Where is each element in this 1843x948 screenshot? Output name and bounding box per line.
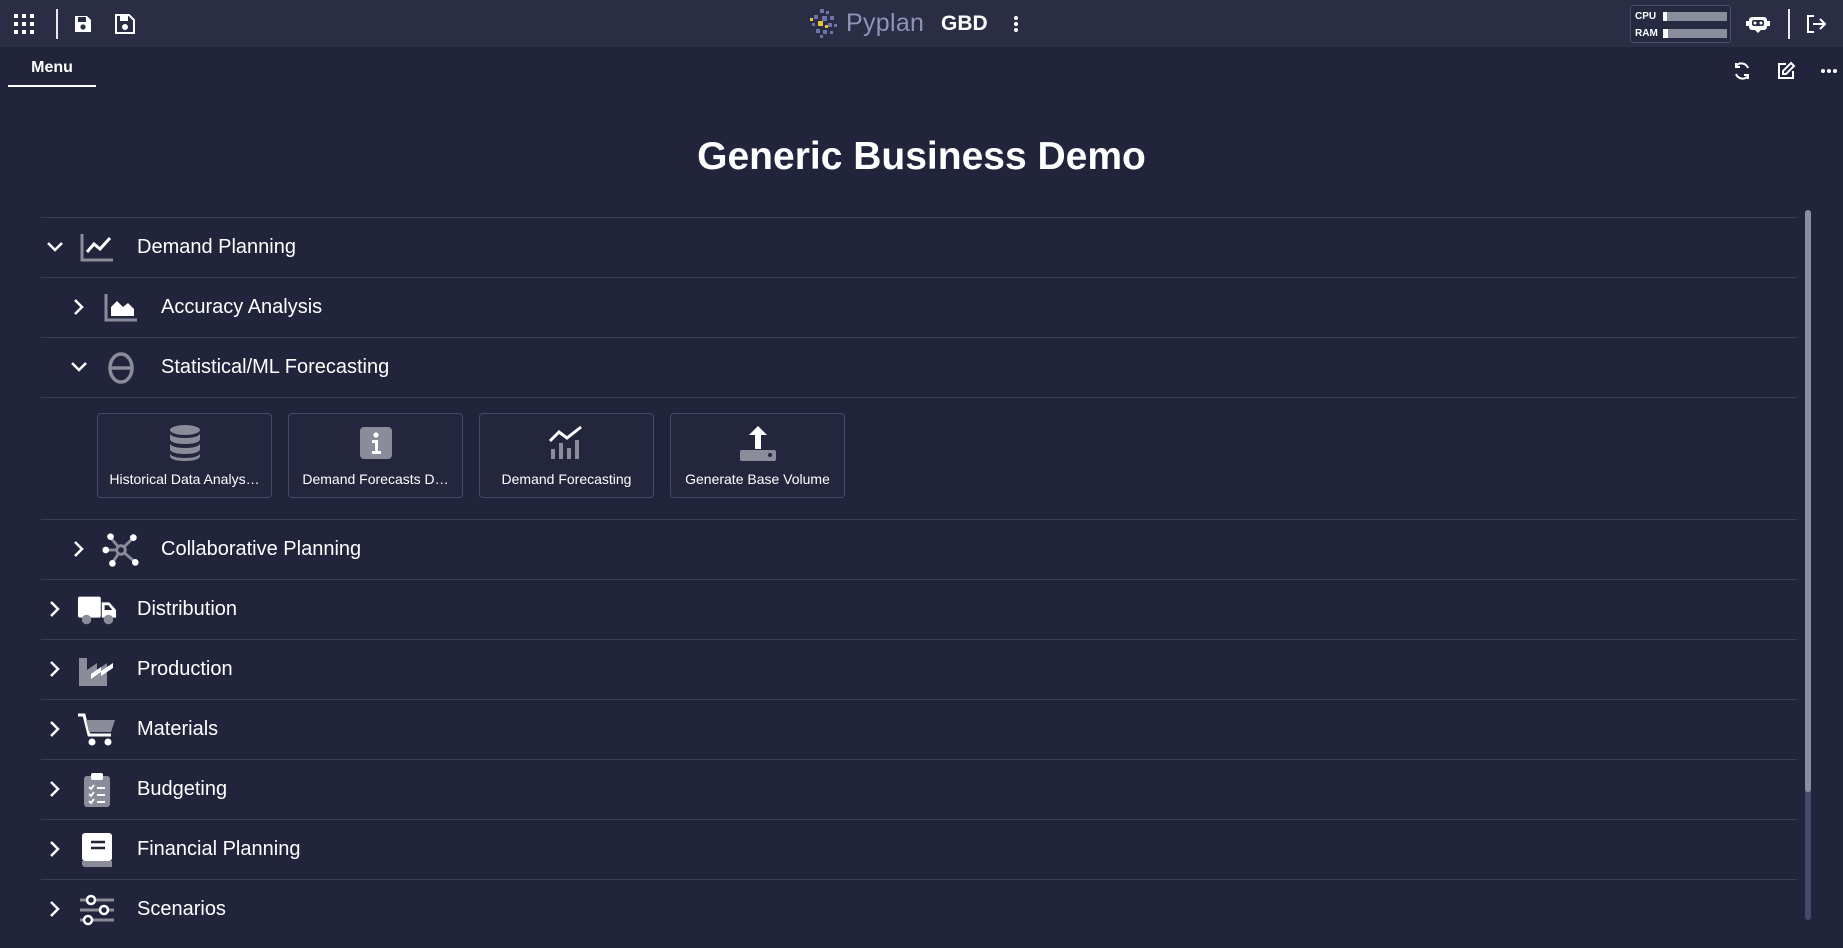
page-title: Generic Business Demo bbox=[697, 135, 1146, 178]
chevron-right-icon[interactable] bbox=[68, 538, 90, 560]
menu-item-label: Scenarios bbox=[137, 898, 226, 920]
chevron-down-icon[interactable] bbox=[44, 236, 66, 258]
menu-item-label: Statistical/ML Forecasting bbox=[161, 356, 390, 378]
network-hub-icon bbox=[101, 532, 141, 568]
ellipsis-icon[interactable] bbox=[1815, 57, 1843, 85]
line-chart-icon bbox=[77, 230, 117, 266]
menu-item-materials[interactable]: Materials bbox=[41, 699, 1797, 759]
shopping-cart-icon bbox=[77, 712, 117, 748]
menu-item-scenarios[interactable]: Scenarios bbox=[41, 879, 1797, 939]
app-code: GBD bbox=[941, 12, 988, 35]
refresh-icon[interactable] bbox=[1728, 57, 1756, 85]
clipboard-checklist-icon bbox=[77, 772, 117, 808]
ram-label: RAM bbox=[1635, 27, 1658, 39]
scrollbar[interactable] bbox=[1805, 210, 1811, 920]
area-chart-icon bbox=[101, 290, 141, 326]
book-icon bbox=[77, 832, 117, 868]
toolbar-divider bbox=[1788, 9, 1790, 39]
menu-item-label: Production bbox=[137, 658, 233, 680]
menu-item-accuracy-analysis[interactable]: Accuracy Analysis bbox=[41, 277, 1797, 337]
truck-icon bbox=[77, 592, 117, 628]
sliders-icon bbox=[77, 892, 117, 928]
card-demand-forecasting[interactable]: Demand Forecasting bbox=[479, 413, 654, 498]
menu-item-financial-planning[interactable]: Financial Planning bbox=[41, 819, 1797, 879]
menu-item-label: Accuracy Analysis bbox=[161, 296, 323, 318]
tab-row: Menu bbox=[0, 47, 1843, 89]
robot-icon[interactable] bbox=[1742, 8, 1774, 40]
pyplan-logo-mark bbox=[810, 9, 837, 38]
toolbar-divider bbox=[56, 9, 58, 39]
menu-item-label: Demand Planning bbox=[137, 236, 296, 258]
chevron-right-icon[interactable] bbox=[44, 898, 66, 920]
trend-chart-icon bbox=[480, 424, 653, 462]
menu-item-budgeting[interactable]: Budgeting bbox=[41, 759, 1797, 819]
menu-item-collaborative-planning[interactable]: Collaborative Planning bbox=[41, 519, 1797, 579]
chevron-right-icon[interactable] bbox=[44, 838, 66, 860]
cpu-usage-bar bbox=[1663, 11, 1727, 21]
card-label: Demand Forecasts D… bbox=[302, 471, 449, 487]
chevron-right-icon[interactable] bbox=[44, 658, 66, 680]
top-bar: Pyplan GBD CPU RAM bbox=[0, 0, 1843, 47]
edit-icon[interactable] bbox=[1772, 57, 1800, 85]
scrollbar-thumb[interactable] bbox=[1805, 210, 1811, 792]
card-label: Generate Base Volume bbox=[685, 471, 830, 487]
card-generate-base-volume[interactable]: Generate Base Volume bbox=[670, 413, 845, 498]
chevron-right-icon[interactable] bbox=[44, 598, 66, 620]
menu-item-label: Collaborative Planning bbox=[161, 538, 362, 560]
menu-item-label: Distribution bbox=[137, 598, 238, 620]
tab-menu[interactable]: Menu bbox=[8, 59, 96, 87]
chevron-right-icon[interactable] bbox=[68, 296, 90, 318]
resource-monitor: CPU RAM bbox=[1630, 5, 1731, 43]
chevron-right-icon[interactable] bbox=[44, 778, 66, 800]
logo-wordmark: Pyplan bbox=[846, 8, 925, 37]
theta-icon bbox=[101, 350, 141, 386]
chevron-down-icon[interactable] bbox=[68, 356, 90, 378]
info-icon bbox=[289, 424, 462, 462]
menu-list: Demand Planning Accuracy Analysis Statis… bbox=[41, 217, 1797, 939]
ram-usage-bar bbox=[1663, 28, 1727, 38]
logout-icon[interactable] bbox=[1800, 8, 1832, 40]
card-label: Historical Data Analys… bbox=[109, 471, 260, 487]
menu-item-label: Materials bbox=[137, 718, 219, 740]
submenu-cards: Historical Data Analys… Demand Forecasts… bbox=[41, 397, 1797, 519]
upload-icon bbox=[671, 424, 844, 462]
card-historical-data-analysis[interactable]: Historical Data Analys… bbox=[97, 413, 272, 498]
menu-item-demand-planning[interactable]: Demand Planning bbox=[41, 217, 1797, 277]
ram-usage-fill bbox=[1665, 28, 1669, 38]
menu-item-label: Financial Planning bbox=[137, 838, 301, 860]
apps-grid-icon[interactable] bbox=[8, 8, 40, 40]
cpu-label: CPU bbox=[1635, 10, 1657, 22]
pyplan-logo: Pyplan bbox=[808, 6, 924, 40]
menu-item-production[interactable]: Production bbox=[41, 639, 1797, 699]
card-demand-forecasts-dashboard[interactable]: Demand Forecasts D… bbox=[288, 413, 463, 498]
chevron-right-icon[interactable] bbox=[44, 718, 66, 740]
kebab-icon[interactable] bbox=[1000, 8, 1032, 40]
save-as-icon[interactable] bbox=[109, 8, 141, 40]
cpu-usage-fill bbox=[1665, 11, 1667, 21]
menu-item-statistical-ml-forecasting[interactable]: Statistical/ML Forecasting bbox=[41, 337, 1797, 397]
database-icon bbox=[98, 424, 271, 462]
card-label: Demand Forecasting bbox=[501, 471, 632, 487]
menu-item-label: Budgeting bbox=[137, 778, 228, 800]
menu-item-distribution[interactable]: Distribution bbox=[41, 579, 1797, 639]
factory-icon bbox=[77, 652, 117, 688]
save-icon[interactable] bbox=[67, 8, 99, 40]
